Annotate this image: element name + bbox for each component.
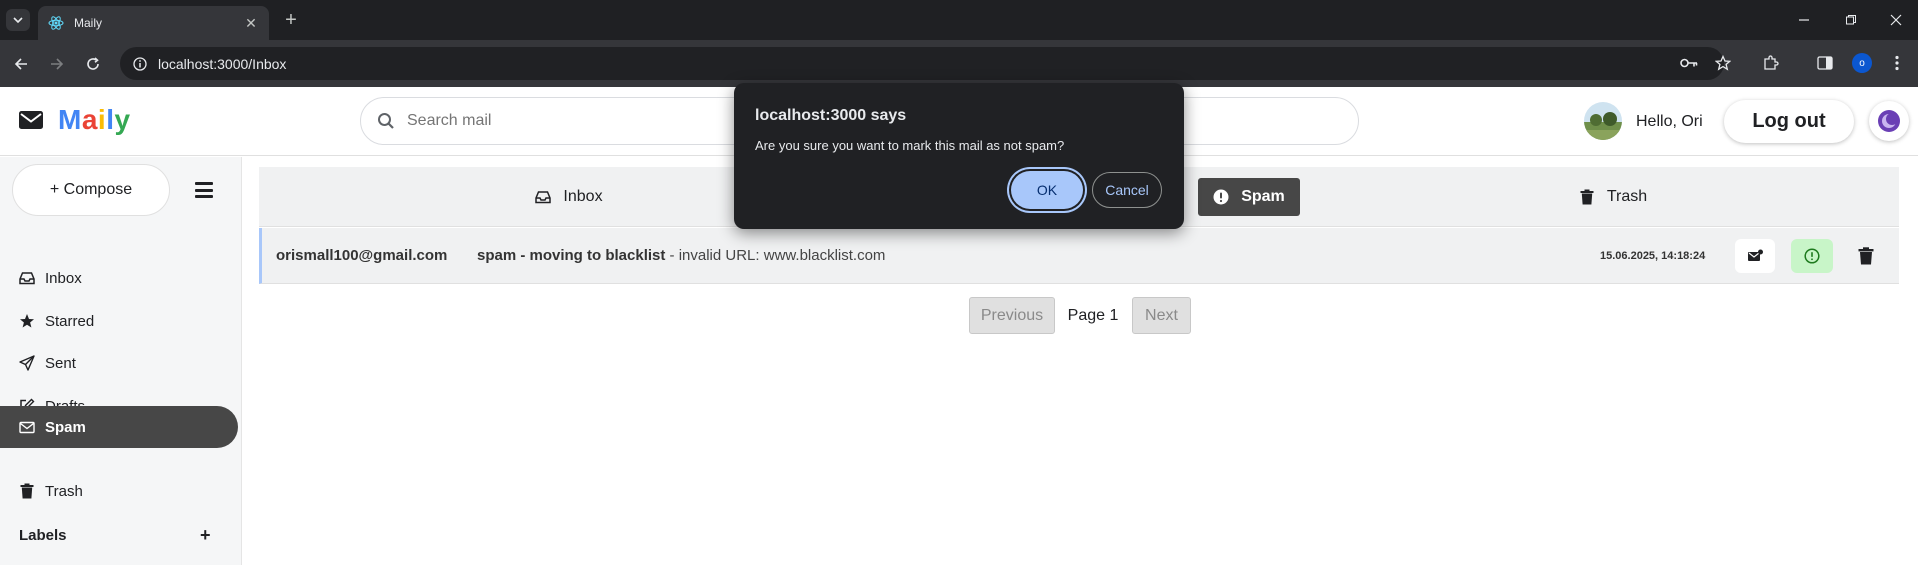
forward-icon[interactable] (46, 53, 68, 75)
page-indicator: Page 1 (1067, 306, 1119, 324)
mail-subject: spam - moving to blacklist (477, 247, 666, 264)
moon-icon (1878, 110, 1900, 132)
delete-button[interactable] (1846, 239, 1886, 273)
tab-spam[interactable]: Spam (1198, 178, 1300, 216)
inbox-icon (19, 270, 35, 286)
confirm-dialog: localhost:3000 says Are you sure you wan… (734, 83, 1184, 229)
trash-icon (1579, 189, 1595, 205)
mail-snippet: - invalid URL: www.blacklist.com (665, 247, 886, 264)
minimize-icon[interactable] (1794, 10, 1814, 30)
menu-toggle-icon[interactable] (195, 182, 213, 198)
reload-icon[interactable] (82, 53, 104, 75)
table-row[interactable]: orismall100@gmail.com spam - moving to b… (259, 228, 1899, 284)
react-icon (48, 15, 64, 31)
address-bar[interactable]: localhost:3000/Inbox (120, 47, 1724, 80)
add-label-button[interactable]: + (200, 525, 211, 546)
trash-icon (19, 483, 35, 499)
brand-letter: i (97, 104, 107, 135)
sidebar-item-trash[interactable]: Trash (0, 470, 238, 512)
close-window-icon[interactable] (1886, 10, 1906, 30)
mail-sender: orismall100@gmail.com (276, 247, 448, 264)
theme-toggle-button[interactable] (1869, 101, 1909, 141)
exclamation-circle-icon (1213, 189, 1229, 205)
ok-button[interactable]: OK (1011, 171, 1083, 209)
spam-envelope-icon (19, 419, 35, 435)
mail-date: 15.06.2025, 14:18:24 (1600, 249, 1706, 262)
logout-button[interactable]: Log out (1724, 100, 1854, 143)
sidebar-item-spam[interactable]: Spam (0, 406, 238, 448)
user-avatar[interactable] (1584, 102, 1622, 140)
tab-label: Spam (1241, 188, 1285, 205)
site-info-icon[interactable] (132, 56, 148, 72)
search-icon (378, 113, 394, 129)
tab-search-button[interactable] (6, 9, 30, 31)
mail-subject-line: spam - moving to blacklist - invalid URL… (477, 247, 885, 264)
tab-label: Trash (1606, 188, 1648, 205)
envelope-logo-icon (19, 111, 43, 129)
close-tab-icon[interactable]: ✕ (243, 15, 259, 32)
brand-letter: y (114, 104, 131, 135)
sidebar: + Compose Inbox Starred Sent Drafts Spam (0, 157, 242, 565)
new-tab-button[interactable]: + (280, 10, 302, 32)
star-icon (19, 313, 35, 329)
sidebar-item-label: Inbox (45, 269, 82, 287)
previous-page-button[interactable]: Previous (969, 297, 1055, 334)
trash-icon (1858, 247, 1874, 265)
user-greeting: Hello, Ori (1636, 113, 1703, 130)
exclamation-circle-icon (1804, 248, 1820, 264)
restore-icon[interactable] (1841, 10, 1861, 30)
tab-trash[interactable]: Trash (1553, 178, 1673, 216)
app-logo[interactable]: Maily (58, 104, 131, 136)
chevron-down-icon (13, 17, 23, 24)
send-icon (19, 355, 35, 371)
mark-unread-button[interactable] (1735, 239, 1775, 273)
not-spam-button[interactable] (1791, 239, 1833, 273)
mail-badge-icon (1748, 249, 1763, 261)
labels-heading: Labels (19, 527, 67, 544)
inbox-icon (535, 189, 552, 205)
brand-letter: a (81, 104, 98, 135)
sidebar-item-label: Starred (45, 312, 95, 330)
sidebar-item-label: Sent (45, 354, 76, 372)
browser-tab[interactable]: Maily ✕ (38, 6, 269, 40)
tab-inbox[interactable]: Inbox (509, 178, 629, 216)
cancel-button[interactable]: Cancel (1092, 172, 1162, 208)
brand-letter: M (58, 104, 82, 135)
dialog-message: Are you sure you want to mark this mail … (755, 138, 1065, 153)
side-panel-icon[interactable] (1814, 52, 1836, 74)
next-page-button[interactable]: Next (1132, 297, 1191, 334)
extensions-icon[interactable] (1760, 52, 1782, 74)
back-icon[interactable] (10, 53, 32, 75)
sidebar-item-label: Trash (45, 482, 83, 500)
sidebar-item-starred[interactable]: Starred (0, 300, 238, 342)
sidebar-item-sent[interactable]: Sent (0, 342, 238, 384)
browser-toolbar: localhost:3000/Inbox o (0, 40, 1918, 87)
tab-label: Inbox (563, 188, 603, 205)
sidebar-item-label: Spam (45, 418, 86, 436)
browser-tab-strip: Maily ✕ + (0, 0, 1918, 40)
url-text: localhost:3000/Inbox (158, 55, 287, 72)
tab-title: Maily (74, 16, 103, 30)
bookmark-star-icon[interactable] (1712, 52, 1734, 74)
compose-button[interactable]: + Compose (12, 164, 170, 216)
sidebar-item-inbox[interactable]: Inbox (0, 257, 238, 299)
browser-menu-icon[interactable] (1886, 52, 1908, 74)
password-key-icon[interactable] (1678, 52, 1700, 74)
profile-avatar[interactable]: o (1852, 53, 1872, 73)
dialog-title: localhost:3000 says (755, 107, 907, 124)
